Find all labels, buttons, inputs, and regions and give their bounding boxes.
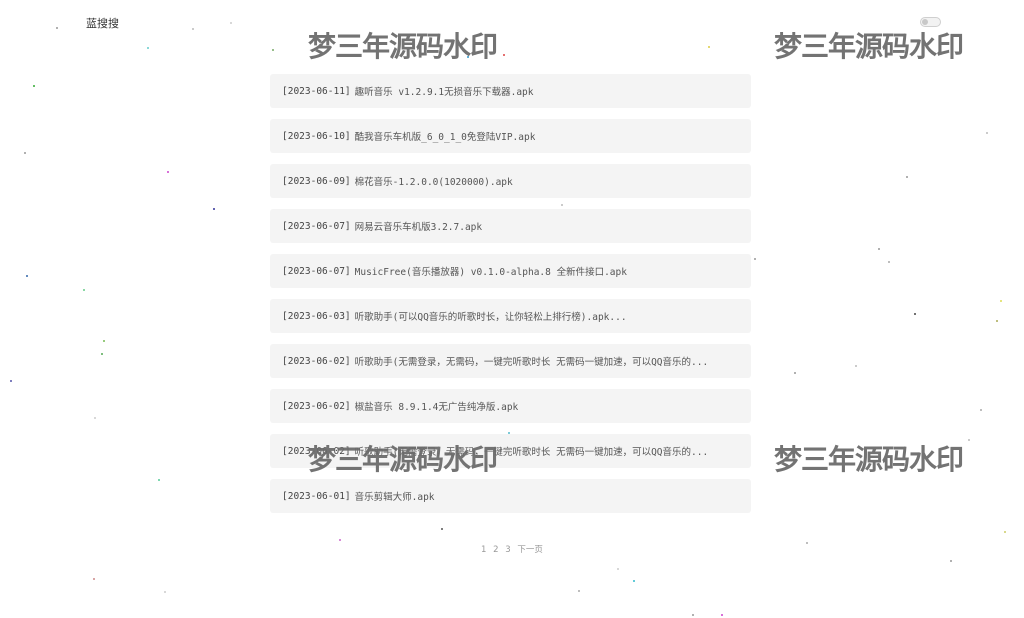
- particle-dot: [708, 46, 710, 48]
- particle-dot: [56, 27, 58, 29]
- item-date: [2023-06-11]: [282, 85, 351, 97]
- watermark: 梦三年源码水印: [308, 30, 498, 63]
- particle-dot: [617, 568, 619, 570]
- particle-dot: [578, 590, 580, 592]
- item-title: 听歌助手(可以QQ音乐的听歌时长，让你轻松上排行榜).apk...: [354, 312, 627, 323]
- list-item[interactable]: [2023-06-11] 趣听音乐 v1.2.9.1无损音乐下载器.apk: [270, 74, 751, 108]
- list-item[interactable]: [2023-06-07] 网易云音乐车机版3.2.7.apk: [270, 209, 751, 243]
- particle-dot: [1000, 300, 1002, 302]
- particle-dot: [754, 258, 756, 260]
- particle-dot: [721, 614, 723, 616]
- list-item[interactable]: [2023-06-01] 音乐剪辑大师.apk: [270, 479, 751, 513]
- particle-dot: [10, 380, 12, 382]
- item-title: 音乐剪辑大师.apk: [354, 492, 435, 503]
- theme-toggle[interactable]: [920, 17, 941, 27]
- item-title: 听歌助手(无需登录，无需码，一键完听歌时长 无需码一键加速，可以QQ音乐的...: [354, 357, 709, 368]
- item-date: [2023-06-10]: [282, 130, 351, 142]
- particle-dot: [508, 432, 510, 434]
- particle-dot: [94, 417, 96, 419]
- file-list: [2023-06-11] 趣听音乐 v1.2.9.1无损音乐下载器.apk [2…: [270, 74, 751, 524]
- list-item[interactable]: [2023-06-02] 椒盐音乐 8.9.1.4无广告纯净版.apk: [270, 389, 751, 423]
- next-page-link[interactable]: 下一页: [517, 545, 543, 555]
- particle-dot: [1004, 531, 1006, 533]
- particle-dot: [888, 261, 890, 263]
- page-link-3[interactable]: 3: [505, 545, 510, 555]
- list-item[interactable]: [2023-06-02] 听歌助手(无需登录，无需码，一键完听歌时长 无需码一键…: [270, 344, 751, 378]
- toggle-knob: [922, 19, 928, 25]
- particle-dot: [950, 560, 952, 562]
- particle-dot: [980, 409, 982, 411]
- particle-dot: [192, 28, 194, 30]
- particle-dot: [503, 54, 505, 56]
- particle-dot: [167, 171, 169, 173]
- particle-dot: [855, 365, 857, 367]
- particle-dot: [93, 578, 95, 580]
- item-title: 椒盐音乐 8.9.1.4无广告纯净版.apk: [354, 402, 519, 413]
- item-title: 酷我音乐车机版_6_0_1_0免登陆VIP.apk: [354, 132, 536, 143]
- particle-dot: [83, 289, 85, 291]
- item-title: 听歌助手(无需登录，无需码，一键完听歌时长 无需码一键加速，可以QQ音乐的...: [354, 447, 709, 458]
- particle-dot: [996, 320, 998, 322]
- particle-dot: [213, 208, 215, 210]
- particle-dot: [561, 204, 563, 206]
- item-title: 棉花音乐-1.2.0.0(1020000).apk: [354, 177, 513, 188]
- item-title: 网易云音乐车机版3.2.7.apk: [354, 222, 483, 233]
- page-link-1[interactable]: 1: [481, 545, 486, 555]
- particle-dot: [147, 47, 149, 49]
- particle-dot: [33, 85, 35, 87]
- list-item[interactable]: [2023-06-03] 听歌助手(可以QQ音乐的听歌时长，让你轻松上排行榜).…: [270, 299, 751, 333]
- particle-dot: [968, 439, 970, 441]
- particle-dot: [441, 528, 443, 530]
- particle-dot: [633, 580, 635, 582]
- item-date: [2023-06-03]: [282, 310, 351, 322]
- item-date: [2023-06-02]: [282, 400, 351, 412]
- particle-dot: [103, 340, 105, 342]
- site-logo[interactable]: 蓝搜搜: [86, 15, 119, 31]
- particle-dot: [794, 372, 796, 374]
- item-title: MusicFree(音乐播放器) v0.1.0-alpha.8 全新件接口.ap…: [354, 267, 627, 278]
- particle-dot: [272, 49, 274, 51]
- item-date: [2023-06-02]: [282, 445, 351, 457]
- particle-dot: [101, 353, 103, 355]
- pagination: 1 2 3 下一页: [0, 543, 1024, 555]
- item-date: [2023-06-02]: [282, 355, 351, 367]
- particle-dot: [24, 152, 26, 154]
- particle-dot: [906, 176, 908, 178]
- page-link-2[interactable]: 2: [493, 545, 498, 555]
- watermark: 梦三年源码水印: [774, 30, 964, 63]
- watermark: 梦三年源码水印: [774, 443, 964, 476]
- item-date: [2023-06-07]: [282, 220, 351, 232]
- particle-dot: [878, 248, 880, 250]
- item-date: [2023-06-09]: [282, 175, 351, 187]
- particle-dot: [158, 479, 160, 481]
- item-date: [2023-06-07]: [282, 265, 351, 277]
- particle-dot: [986, 132, 988, 134]
- particle-dot: [806, 542, 808, 544]
- particle-dot: [164, 591, 166, 593]
- list-item[interactable]: [2023-06-02] 听歌助手(无需登录，无需码，一键完听歌时长 无需码一键…: [270, 434, 751, 468]
- list-item[interactable]: [2023-06-07] MusicFree(音乐播放器) v0.1.0-alp…: [270, 254, 751, 288]
- item-date: [2023-06-01]: [282, 490, 351, 502]
- list-item[interactable]: [2023-06-10] 酷我音乐车机版_6_0_1_0免登陆VIP.apk: [270, 119, 751, 153]
- particle-dot: [692, 614, 694, 616]
- page: 蓝搜搜 [2023-06-11] 趣听音乐 v1.2.9.1无损音乐下载器.ap…: [0, 0, 1024, 618]
- particle-dot: [467, 56, 469, 58]
- particle-dot: [230, 22, 232, 24]
- item-title: 趣听音乐 v1.2.9.1无损音乐下载器.apk: [354, 87, 534, 98]
- list-item[interactable]: [2023-06-09] 棉花音乐-1.2.0.0(1020000).apk: [270, 164, 751, 198]
- particle-dot: [339, 539, 341, 541]
- particle-dot: [914, 313, 916, 315]
- particle-dot: [26, 275, 28, 277]
